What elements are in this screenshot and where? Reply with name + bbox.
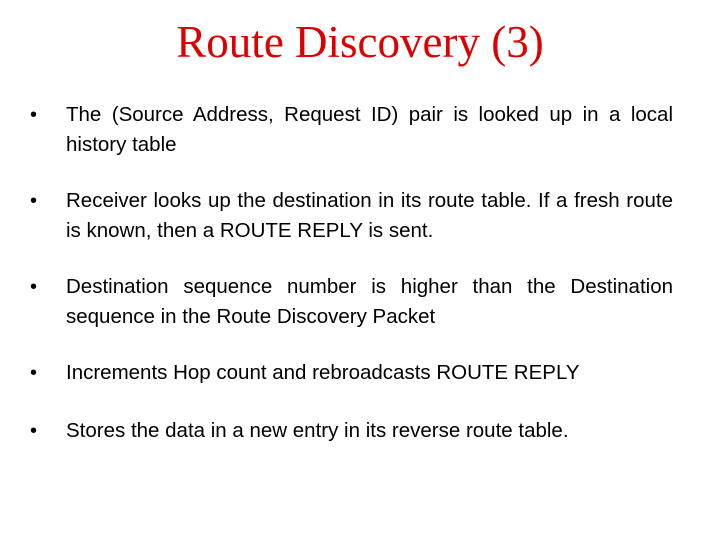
bullet-icon: •: [30, 276, 38, 298]
bullet-item: • The (Source Address, Request ID) pair …: [30, 100, 673, 160]
slide: Route Discovery (3) • The (Source Addres…: [0, 0, 720, 540]
bullet-text: Stores the data in a new entry in its re…: [66, 419, 569, 442]
bullet-text: Destination sequence number is higher th…: [66, 275, 673, 328]
bullet-item: • Stores the data in a new entry in its …: [30, 416, 673, 446]
bullet-item: • Destination sequence number is higher …: [30, 272, 673, 332]
bullet-icon: •: [30, 420, 38, 442]
bullet-item: • Receiver looks up the destination in i…: [30, 186, 673, 246]
bullet-icon: •: [30, 190, 38, 212]
bullet-text: Increments Hop count and rebroadcasts RO…: [66, 361, 580, 384]
bullet-icon: •: [30, 104, 38, 126]
slide-title: Route Discovery (3): [176, 17, 544, 67]
bullet-text: Receiver looks up the destination in its…: [66, 189, 673, 242]
bullet-icon: •: [30, 362, 38, 384]
bullet-item: • Increments Hop count and rebroadcasts …: [30, 358, 673, 388]
bullet-text: The (Source Address, Request ID) pair is…: [66, 103, 673, 156]
